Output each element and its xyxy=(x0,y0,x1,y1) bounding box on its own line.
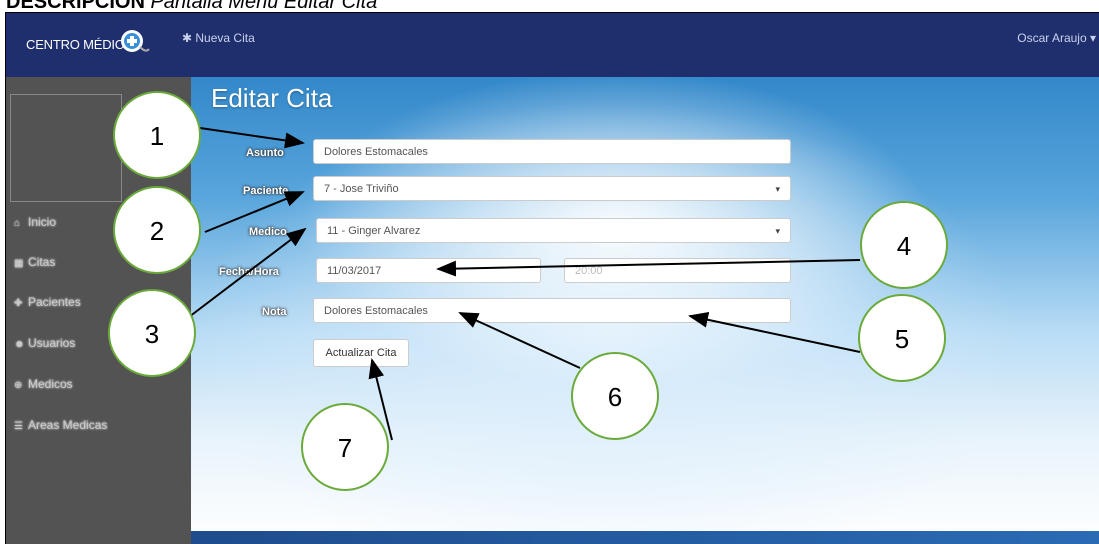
paciente-label: Paciente xyxy=(243,185,289,197)
sidebar-item-medicos[interactable]: ⊕ Medicos xyxy=(14,377,73,391)
medical-logo-icon xyxy=(121,30,150,52)
sidebar-item-areas-medicas[interactable]: ☰ Areas Medicas xyxy=(14,418,107,432)
patient-icon: ✚ xyxy=(14,298,23,309)
nota-textarea[interactable]: Dolores Estomacales xyxy=(313,298,791,323)
sidebar-item-citas[interactable]: ▦ Citas xyxy=(14,255,55,269)
paciente-select[interactable]: 7 - Jose Triviño xyxy=(313,176,791,201)
new-appointment-link[interactable]: ✱ Nueva Cita xyxy=(182,31,255,45)
sidebar-item-label: Citas xyxy=(28,255,56,269)
calendar-icon: ▦ xyxy=(14,258,24,269)
update-appointment-button[interactable]: Actualizar Cita xyxy=(313,339,409,367)
sidebar-item-inicio[interactable]: ⌂ Inicio xyxy=(14,215,56,229)
app-screenshot: CENTRO MÉDICO ✱ Nueva Cita Oscar Araujo … xyxy=(5,12,1099,544)
sidebar: ⌂ Inicio ▦ Citas ✚ Pacientes ☻ Usuarios ⊕ Med… xyxy=(6,77,191,544)
sidebar-item-label: Pacientes xyxy=(28,295,81,309)
fecha-input[interactable]: 11/03/2017 xyxy=(316,258,541,283)
medico-label: Medico xyxy=(249,226,287,238)
nota-label: Nota xyxy=(262,306,287,318)
sidebar-item-pacientes[interactable]: ✚ Pacientes xyxy=(14,295,81,309)
sidebar-item-label: Usuarios xyxy=(28,336,76,350)
doctors-icon: ⊕ xyxy=(14,380,23,391)
profile-image-placeholder xyxy=(10,94,122,202)
user-menu[interactable]: Oscar Araujo ▾ xyxy=(1017,31,1096,45)
sidebar-item-usuarios[interactable]: ☻ Usuarios xyxy=(14,336,75,350)
sidebar-item-label: Areas Medicas xyxy=(28,418,108,432)
home-icon: ⌂ xyxy=(14,218,21,229)
list-icon: ☰ xyxy=(14,421,23,432)
hora-input[interactable]: 20:00 xyxy=(564,258,791,283)
sidebar-item-label: Medicos xyxy=(28,377,73,391)
fecha-hora-label: Fecha/Hora xyxy=(219,266,279,278)
footer-strip xyxy=(191,531,1099,544)
sidebar-item-label: Inicio xyxy=(28,215,57,229)
medico-select[interactable]: 11 - Ginger Alvarez xyxy=(316,218,791,243)
asunto-label: Asunto xyxy=(246,147,284,159)
page-title: Editar Cita xyxy=(211,83,333,113)
users-icon: ☻ xyxy=(14,339,25,350)
top-navbar: CENTRO MÉDICO ✱ Nueva Cita Oscar Araujo … xyxy=(6,13,1099,77)
asunto-input[interactable]: Dolores Estomacales xyxy=(313,139,791,164)
